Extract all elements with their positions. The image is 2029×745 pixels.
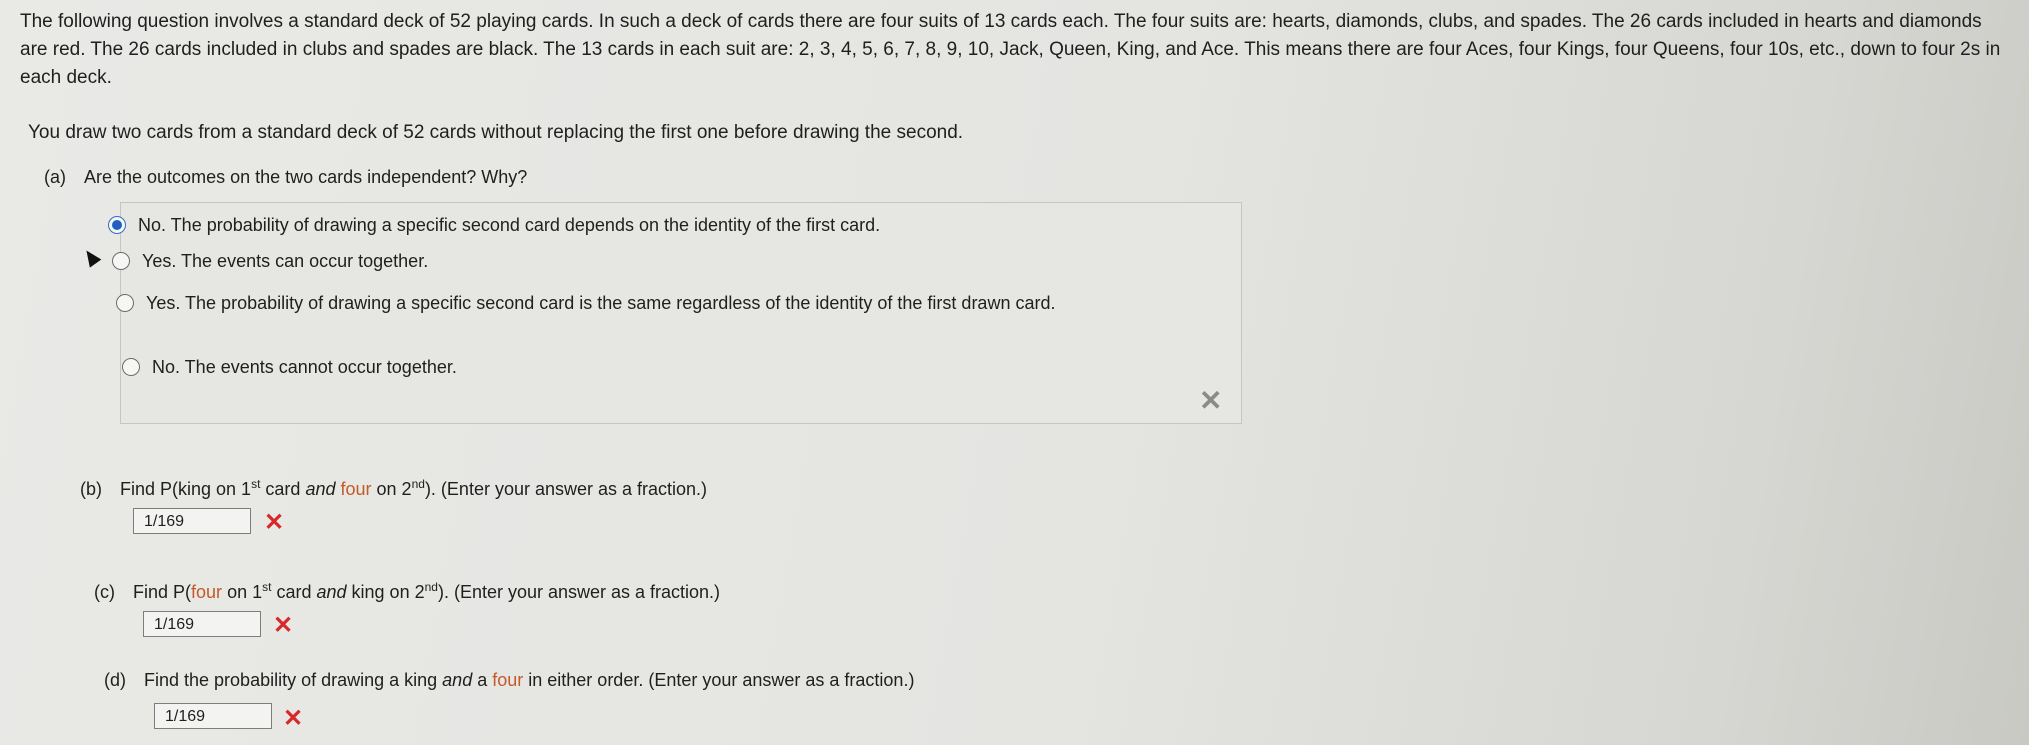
- part-b-answer-field[interactable]: 1/169: [133, 508, 251, 534]
- option-a-2-label: Yes. The events can occur together.: [142, 251, 429, 271]
- part-d-question: (d) Find the probability of drawing a kin…: [104, 668, 914, 692]
- part-d-text-mid: a: [472, 670, 493, 690]
- option-a-3-label: Yes. The probability of drawing a specif…: [146, 293, 1056, 313]
- part-c-text-mid1: on 1: [222, 582, 263, 602]
- part-b-text-prefix: Find P(king on 1: [120, 479, 252, 499]
- part-b-four: four: [335, 479, 372, 499]
- part-b-sup-2: nd: [411, 477, 425, 491]
- option-a-4-label: No. The events cannot occur together.: [152, 357, 457, 377]
- part-c-question: (c) Find P(four on 1st card and king on 2…: [94, 575, 720, 604]
- part-b-incorrect-icon: ✕: [264, 509, 285, 536]
- part-c-text-suffix: ). (Enter your answer as a fraction.): [437, 582, 721, 602]
- part-a-question: (a) Are the outcomes on the two cards ind…: [44, 165, 527, 189]
- part-c-text-mid3: king on 2: [346, 582, 425, 602]
- incorrect-icon: ✕: [1199, 385, 1223, 416]
- part-b-and: and: [305, 479, 336, 499]
- part-d-incorrect-icon: ✕: [283, 705, 304, 732]
- part-b-question: (b) Find P(king on 1st card and four on 2…: [80, 472, 707, 501]
- part-d-and: and: [442, 670, 473, 690]
- option-a-1[interactable]: No. The probability of drawing a specifi…: [108, 212, 1108, 239]
- part-c-text-prefix: Find P(: [133, 582, 192, 602]
- radio-icon[interactable]: [116, 294, 134, 312]
- part-d-answer-field[interactable]: 1/169: [154, 703, 272, 729]
- option-a-4[interactable]: No. The events cannot occur together.: [122, 354, 1122, 381]
- part-c-answer-field[interactable]: 1/169: [143, 611, 261, 637]
- part-b-letter: (b): [80, 479, 102, 499]
- radio-icon[interactable]: [122, 358, 140, 376]
- part-d-letter: (d): [104, 670, 126, 690]
- intro-paragraph: The following question involves a standa…: [20, 11, 2001, 88]
- mouse-cursor-icon: [80, 246, 102, 268]
- part-c-sup-2: nd: [424, 580, 438, 594]
- part-d-text-suffix: in either order. (Enter your answer as a…: [523, 670, 915, 690]
- part-b-text-suffix: ). (Enter your answer as a fraction.): [424, 479, 708, 499]
- option-a-1-label: No. The probability of drawing a specifi…: [138, 215, 881, 235]
- part-d-four: four: [492, 670, 524, 690]
- part-c-letter: (c): [94, 582, 115, 602]
- radio-icon[interactable]: [112, 252, 130, 270]
- part-c-incorrect-icon: ✕: [273, 612, 294, 639]
- part-a-question-text: Are the outcomes on the two cards indepe…: [84, 167, 528, 187]
- part-d-text-prefix: Find the probability of drawing a king: [144, 670, 443, 690]
- part-b-text-mid1: card: [260, 479, 306, 499]
- option-a-2[interactable]: Yes. The events can occur together.: [112, 248, 1112, 275]
- part-c-and: and: [316, 582, 347, 602]
- part-c-four: four: [191, 582, 223, 602]
- radio-selected-icon[interactable]: [108, 216, 126, 234]
- part-b-text-mid2: on 2: [371, 479, 412, 499]
- option-a-3[interactable]: Yes. The probability of drawing a specif…: [116, 290, 1216, 317]
- part-c-text-mid2: card: [271, 582, 317, 602]
- part-a-letter: (a): [44, 167, 66, 187]
- draw-instruction: You draw two cards from a standard deck …: [28, 122, 964, 143]
